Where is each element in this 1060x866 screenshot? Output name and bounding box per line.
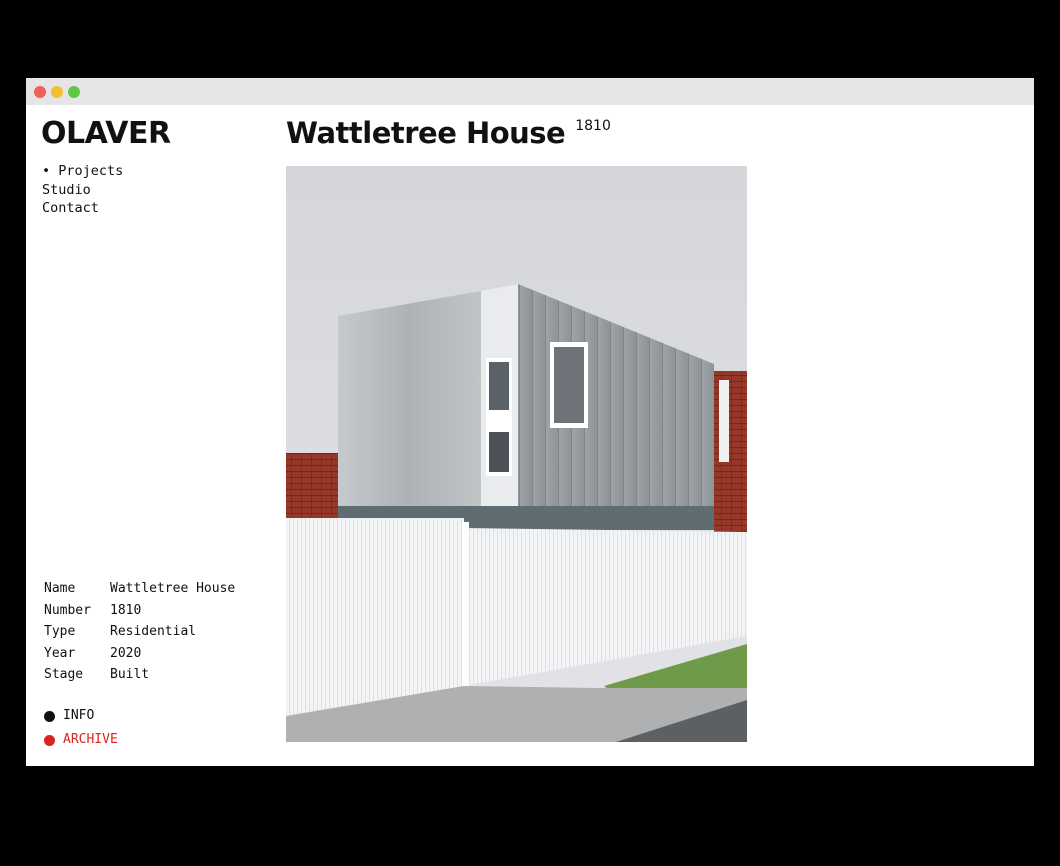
details-key: Name — [44, 581, 76, 596]
nav-item-contact[interactable]: Contact — [42, 199, 123, 218]
details-key: Number — [44, 602, 91, 618]
view-links: INFO ARCHIVE — [44, 704, 118, 752]
project-number: 1810 — [575, 118, 611, 134]
project-heading: Wattletree House 1810 — [286, 116, 611, 150]
details-key: Stage — [44, 667, 84, 682]
project-details: Name Wattletree House Number 1810 Type R… — [44, 578, 235, 686]
info-dot-icon — [44, 710, 55, 722]
details-value: Residential — [110, 624, 197, 639]
details-key: Type — [44, 624, 76, 639]
details-value: 2020 — [110, 645, 142, 661]
zoom-window-button[interactable] — [68, 85, 80, 98]
main-nav: • Projects Studio Contact — [42, 162, 123, 218]
minimize-window-button[interactable] — [51, 85, 63, 98]
archive-link[interactable]: ARCHIVE — [44, 728, 118, 752]
info-link[interactable]: INFO — [44, 704, 118, 728]
project-photo[interactable] — [286, 166, 747, 742]
details-row-name: Name Wattletree House — [44, 578, 235, 600]
nav-item-studio[interactable]: Studio — [42, 181, 123, 200]
browser-window: OLAVER • Projects Studio Contact Wattlet… — [26, 78, 1034, 766]
details-row-number: Number 1810 — [44, 600, 235, 622]
nav-item-projects[interactable]: • Projects — [42, 162, 123, 181]
details-key: Year — [44, 645, 76, 661]
window-titlebar — [26, 78, 1034, 105]
site-logo[interactable]: OLAVER — [41, 116, 171, 151]
archive-label: ARCHIVE — [63, 732, 118, 747]
details-row-stage: Stage Built — [44, 664, 235, 686]
details-value: Built — [110, 667, 150, 682]
details-value: 1810 — [110, 602, 142, 618]
details-row-type: Type Residential — [44, 621, 235, 643]
archive-dot-icon — [44, 734, 55, 746]
info-label: INFO — [63, 708, 95, 723]
details-row-year: Year 2020 — [44, 643, 235, 665]
details-value: Wattletree House — [110, 581, 236, 596]
house-photo-image — [286, 166, 747, 742]
close-window-button[interactable] — [34, 85, 46, 98]
project-title: Wattletree House — [286, 116, 566, 150]
